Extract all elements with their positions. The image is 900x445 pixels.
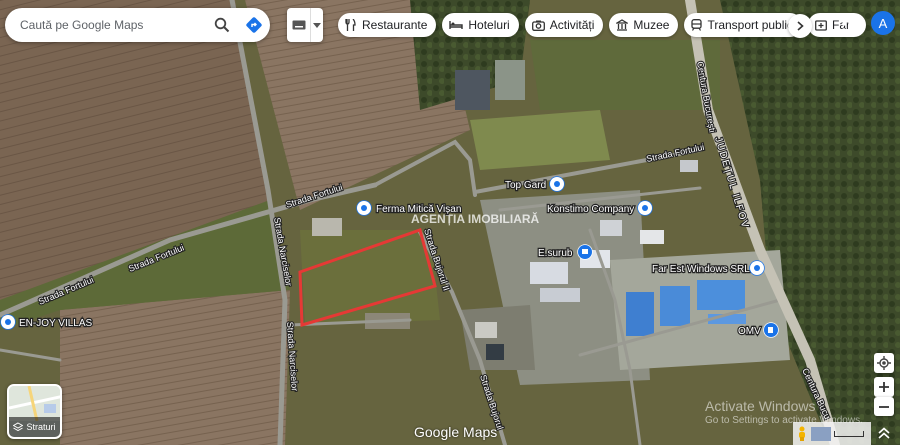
- search-box[interactable]: [5, 8, 270, 42]
- chip-label: Restaurante: [362, 18, 428, 32]
- place-label: E.surub: [538, 248, 573, 259]
- chip-museums[interactable]: Muzee: [609, 13, 679, 37]
- place-pin[interactable]: Top Gard: [504, 176, 565, 192]
- chevron-down-icon[interactable]: [311, 22, 323, 28]
- apps-grid-icon: [842, 16, 858, 32]
- place-label: OMV: [738, 326, 761, 337]
- place-pin[interactable]: E.surub: [537, 244, 593, 260]
- camera-icon: [531, 20, 545, 31]
- category-chips: Restaurante Hoteluri Activități Muzee Tr…: [338, 13, 867, 37]
- chip-label: Hoteluri: [468, 18, 510, 32]
- attribution-bar: [793, 422, 871, 445]
- map-thumbnail: [9, 386, 60, 422]
- layers-icon: [13, 422, 24, 432]
- my-location-icon: [877, 356, 891, 370]
- pharmacy-icon: [815, 20, 827, 31]
- layers-button[interactable]: Straturi: [7, 384, 62, 439]
- chip-activities[interactable]: Activități: [524, 13, 604, 37]
- place-pin[interactable]: EN-JOY VILLAS: [0, 314, 94, 330]
- search-button[interactable]: [206, 8, 238, 42]
- plus-icon: [879, 382, 889, 392]
- place-label: Far Est Windows SRL: [652, 264, 750, 275]
- search-input[interactable]: [20, 18, 206, 32]
- place-pin[interactable]: OMV: [737, 322, 779, 338]
- google-apps-button[interactable]: [840, 14, 860, 34]
- scale-bar[interactable]: [834, 430, 864, 437]
- keyboard-icon[interactable]: [287, 8, 311, 42]
- place-label: Top Gard: [505, 180, 546, 191]
- chip-label: Activități: [549, 18, 595, 32]
- expand-button[interactable]: [874, 423, 894, 443]
- pegman-icon[interactable]: [796, 426, 808, 442]
- layers-label: Straturi: [26, 422, 56, 432]
- museum-icon: [616, 19, 629, 31]
- place-pin[interactable]: Konstimo Company: [546, 200, 653, 216]
- logo-google: Google: [414, 424, 460, 440]
- place-label: Ferma Mitică Vișan: [376, 204, 461, 215]
- input-tools-button[interactable]: [287, 8, 323, 42]
- layers-label-row: Straturi: [9, 417, 60, 437]
- directions-button[interactable]: [238, 8, 270, 42]
- chip-label: Transport public: [707, 18, 794, 32]
- watermark-title: Activate Windows: [705, 398, 816, 414]
- chip-restaurants[interactable]: Restaurante: [338, 13, 437, 37]
- chip-hotels[interactable]: Hoteluri: [442, 13, 519, 37]
- my-location-button[interactable]: [874, 353, 894, 373]
- chips-next-button[interactable]: [788, 14, 812, 38]
- fork-knife-icon: [345, 19, 356, 31]
- place-pin[interactable]: Ferma Mitică Vișan: [356, 200, 463, 216]
- avatar-initial: A: [878, 15, 888, 31]
- logo-maps: Maps: [463, 424, 498, 440]
- imagery-thumbnail[interactable]: [811, 426, 831, 441]
- place-label: EN-JOY VILLAS: [19, 318, 93, 329]
- google-maps-logo: Google Maps: [414, 424, 497, 440]
- minus-icon: [879, 405, 889, 408]
- train-icon: [691, 19, 703, 31]
- zoom-in-button[interactable]: [874, 377, 894, 397]
- chip-transit[interactable]: Transport public: [684, 13, 803, 37]
- chevron-right-icon: [796, 21, 804, 31]
- place-label: Konstimo Company: [547, 204, 634, 215]
- place-markers: Ferma Mitică Vișan Top Gard Konstimo Com…: [0, 176, 779, 338]
- directions-icon: [246, 17, 262, 33]
- chevron-up-icon: [878, 427, 890, 439]
- zoom-out-button[interactable]: [874, 397, 894, 416]
- chip-label: Muzee: [633, 18, 670, 32]
- bed-icon: [449, 21, 464, 29]
- place-pin[interactable]: Far Est Windows SRL: [651, 260, 765, 276]
- account-avatar[interactable]: A: [871, 11, 895, 35]
- search-icon: [214, 17, 230, 33]
